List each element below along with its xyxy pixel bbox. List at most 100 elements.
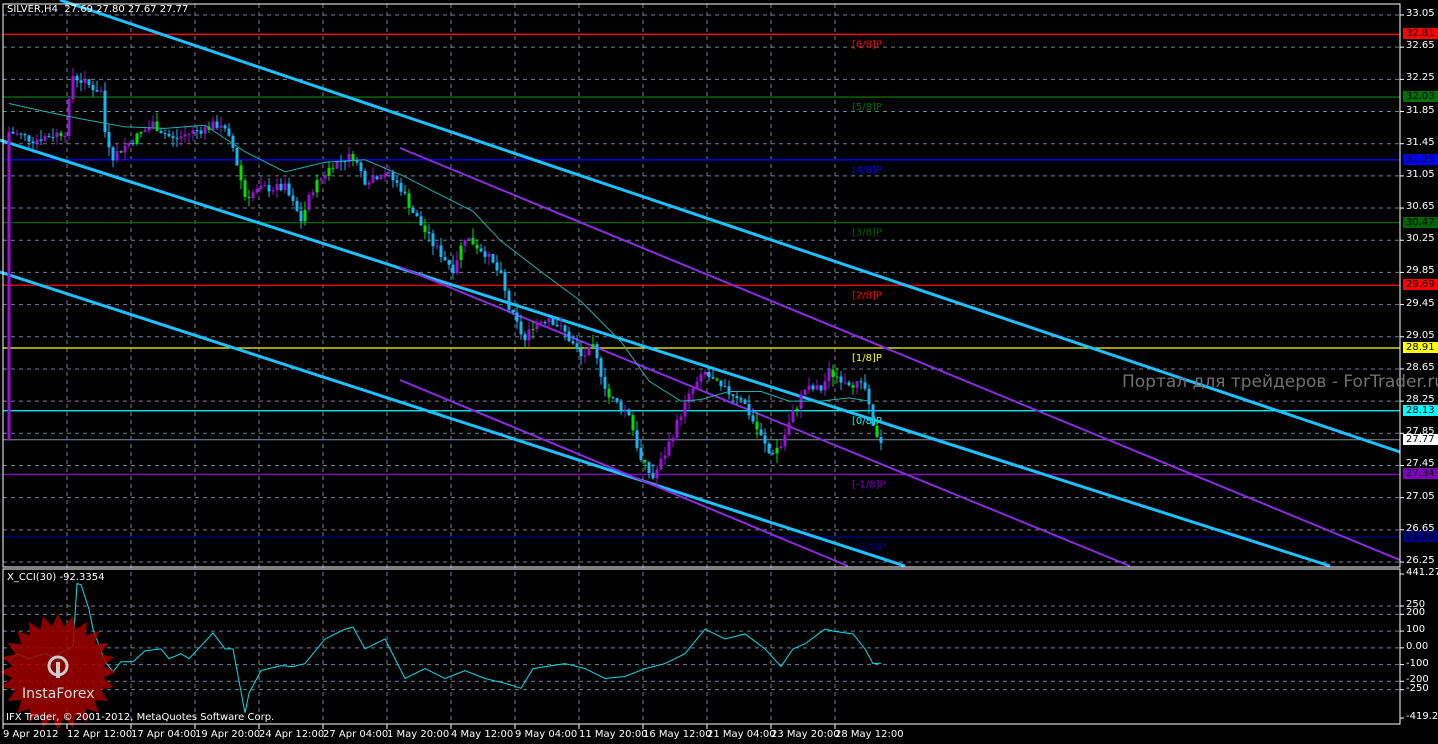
candle-body — [447, 260, 451, 265]
candle-body — [43, 136, 47, 141]
price-level-tag: 26.56 — [1403, 531, 1438, 543]
price-tick-label: 27.05 — [1406, 490, 1435, 502]
price-level-tag: 29.69 — [1403, 279, 1438, 291]
candle-body — [99, 90, 103, 92]
candle-body — [379, 177, 383, 180]
candle-body — [139, 132, 143, 134]
price-tick-label: 28.25 — [1406, 394, 1435, 406]
candle-body — [623, 409, 627, 411]
time-tick-label: 11 May 20:00 — [579, 729, 648, 740]
candle-body — [719, 380, 723, 387]
candle-body — [403, 191, 407, 194]
candle-body — [15, 133, 19, 135]
candle-body — [699, 374, 703, 382]
price-tick-label: 32.65 — [1406, 40, 1435, 52]
candle-body — [307, 194, 311, 210]
candle-body — [383, 173, 387, 178]
candle-body — [399, 182, 403, 192]
candle-body — [679, 416, 683, 420]
candle-body — [155, 121, 159, 131]
price-tick-label: 31.85 — [1406, 104, 1435, 116]
candle-body — [39, 139, 43, 141]
candle-body — [187, 133, 191, 135]
candle-body — [751, 415, 755, 422]
candle-body — [627, 409, 631, 416]
price-level-tag: 32.03 — [1403, 91, 1438, 103]
candle-body — [595, 344, 599, 359]
candle-body — [471, 237, 475, 245]
price-level-tag: 31.25 — [1403, 153, 1438, 165]
candle-body — [715, 378, 719, 381]
candle-body — [439, 245, 443, 258]
candle-body — [691, 388, 695, 394]
candle-body — [759, 429, 763, 436]
candle-body — [511, 309, 515, 313]
candle-body — [491, 253, 495, 263]
candle-body — [167, 133, 171, 137]
candle-body — [503, 271, 507, 291]
candle-body — [451, 264, 455, 274]
candle-body — [475, 244, 479, 249]
candle-body — [171, 136, 175, 139]
candle-body — [271, 190, 275, 192]
candle-body — [483, 251, 487, 257]
murrey-level-label: [5/8]P — [852, 102, 882, 113]
candle-body — [199, 130, 203, 134]
price-tick-label: 31.45 — [1406, 136, 1435, 148]
instaforex-logo-text: InstaForex — [22, 686, 95, 702]
time-tick-label: 4 May 12:00 — [451, 729, 514, 740]
candle-body — [579, 348, 583, 357]
candle-body — [283, 183, 287, 191]
candle-body — [571, 341, 575, 344]
candle-body — [675, 419, 679, 438]
candle-body — [279, 183, 283, 191]
candle-body — [75, 75, 79, 81]
candle-body — [319, 178, 323, 181]
cci-tick-label: 441.274 — [1406, 567, 1438, 578]
candle-body — [315, 180, 319, 193]
candle-body — [127, 142, 131, 146]
candle-body — [711, 377, 715, 379]
purple-channel-upper — [399, 147, 1401, 561]
candle-body — [639, 447, 643, 460]
time-tick-label: 21 May 04:00 — [707, 729, 776, 740]
candle-body — [479, 248, 483, 252]
murrey-level-label: [3/8]P — [852, 228, 882, 239]
candle-body — [291, 195, 295, 201]
candle-body — [11, 131, 15, 134]
candle-body — [275, 183, 279, 191]
time-tick-label: 17 Apr 04:00 — [131, 729, 197, 740]
candle-body — [787, 422, 791, 435]
candle-body — [771, 453, 775, 455]
cci-tick-label: 100 — [1406, 624, 1426, 636]
candle-body — [811, 385, 815, 390]
candle-body — [783, 434, 787, 447]
candle-body — [223, 125, 227, 129]
candle-body — [27, 135, 31, 142]
candle-body — [323, 175, 327, 179]
candle-body — [331, 167, 335, 169]
candle-body — [191, 130, 195, 134]
candle-body — [599, 358, 603, 377]
candle-body — [583, 355, 587, 357]
candle-body — [611, 397, 615, 399]
candle-body — [747, 403, 751, 416]
candle-body — [827, 369, 831, 382]
time-tick-label: 12 Apr 12:00 — [67, 729, 133, 740]
candle-body — [851, 385, 855, 388]
candle-body — [487, 253, 491, 257]
time-tick-label: 9 Apr 2012 — [3, 729, 59, 740]
time-tick-label: 1 May 20:00 — [387, 729, 450, 740]
candle-body — [443, 257, 447, 261]
candle-body — [115, 151, 119, 161]
candle-body — [71, 75, 75, 100]
candle-body — [871, 404, 875, 426]
candle-body — [863, 382, 867, 389]
candle-body — [703, 371, 707, 375]
murrey-level-label: [1/8]P — [852, 353, 882, 364]
candle-body — [251, 192, 255, 198]
candle-body — [643, 459, 647, 463]
candle-body — [555, 324, 559, 327]
time-tick-label: 28 May 12:00 — [835, 729, 904, 740]
price-tick-label: 29.85 — [1406, 265, 1435, 277]
